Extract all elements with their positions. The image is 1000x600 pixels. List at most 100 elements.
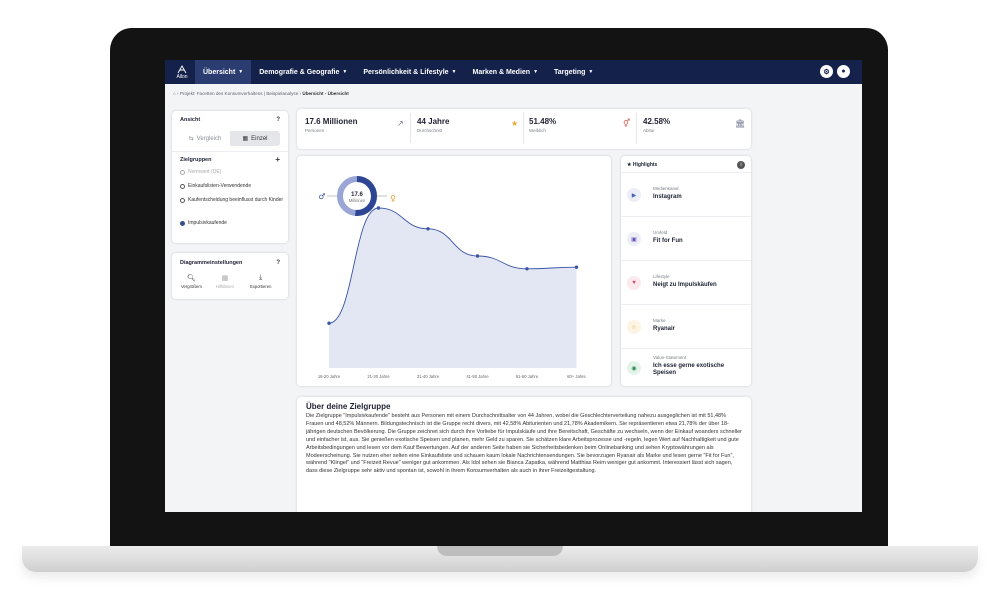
highlight-value: Instagram (653, 194, 682, 200)
radio-kaufentscheidung[interactable]: Kaufentscheidung beeinflusst durch Kinde… (180, 197, 290, 204)
about-text: Die Zielgruppe "Impulsivkaufende" besteh… (306, 413, 742, 475)
stat-personen: 17.6 Millionen Personen (305, 117, 357, 145)
about-title: Über deine Zielgruppe (306, 402, 391, 411)
breadcrumb-project[interactable]: Projekt: Facetten des Konsumverhaltens |… (180, 91, 298, 96)
radio-einkaufslisten[interactable]: Einkaufslisten-Verwendende (180, 183, 290, 190)
export-button[interactable]: ⤓ Exportieren (250, 274, 271, 289)
chevron-down-icon: ▼ (588, 69, 594, 75)
home-icon[interactable]: ⌂ (173, 91, 176, 96)
highlights-title-text: Highlights (632, 162, 658, 168)
radio-normwert[interactable]: Normwert (DE) (180, 169, 290, 176)
help-icon[interactable]: ? (276, 260, 280, 266)
male-icon: ♂ (318, 192, 325, 201)
chevron-down-icon: ▼ (342, 69, 348, 75)
highlight-value: Ich esse gerne exotische Speisen (653, 363, 725, 376)
toggle-label: Einzel (251, 135, 268, 142)
chart-icon: ▦ (242, 136, 249, 142)
highlights-title: ★ Highlights (627, 162, 657, 168)
chart-point (574, 265, 579, 269)
zielgruppen-title: Zielgruppen (180, 157, 212, 163)
stat-weiblich: 51.48% Weiblich (529, 117, 556, 145)
x-tick-label: 51-60 Jahre (516, 374, 539, 379)
about-panel: Über deine Zielgruppe Die Zielgruppe "Im… (297, 397, 751, 512)
age-chart-card: 18-20 Jahre 21-30 Jahre 31-40 Jahre 41-50 J… (297, 156, 611, 386)
breadcrumb: ⌂ › Projekt: Facetten des Konsumverhalte… (173, 91, 349, 96)
logo-icon (177, 64, 187, 73)
help-icon[interactable]: ? (276, 117, 280, 123)
radio-button[interactable] (180, 183, 185, 189)
add-group-button[interactable]: + (275, 155, 280, 164)
highlights-panel: ★ Highlights i ▶ Medienkanal Instagram ▣… (621, 156, 751, 386)
radio-button[interactable] (180, 197, 185, 203)
divider (172, 151, 288, 152)
nav-label: Demografie & Geografie (259, 68, 340, 76)
highlight-value-statement[interactable]: ◉ Value-Statement Ich esse gerne exotisc… (621, 348, 751, 386)
highlight-medienkanal[interactable]: ▶ Medienkanal Instagram (621, 172, 751, 216)
radio-button[interactable] (180, 169, 185, 175)
compare-icon: ⇆ (188, 136, 194, 142)
gender-icon: ⚥ (623, 119, 631, 128)
laptop-notch (437, 546, 563, 556)
trend-icon: ↗ (397, 119, 404, 128)
stat-label: Personen (305, 128, 325, 133)
ansicht-title: Ansicht (180, 117, 201, 123)
chart-area (329, 208, 577, 368)
nav-label: Persönlichkeit & Lifestyle (363, 68, 449, 76)
top-nav: Allon Übersicht ▼ Demografie & Geografie ▼… (165, 60, 862, 84)
download-icon: ⤓ (259, 274, 263, 281)
chart-point (327, 321, 331, 325)
stat-label: Durchschnitt (417, 128, 443, 133)
chevron-down-icon: ▼ (451, 69, 457, 75)
tool-label: Exportieren (250, 284, 272, 289)
radio-label: Einkaufslisten-Verwendende (188, 183, 252, 189)
x-tick-label: 31-40 Jahre (417, 374, 440, 379)
zoom-button[interactable]: 🔍︎ Vergrößern (181, 274, 202, 289)
female-icon: ♀ (390, 194, 396, 203)
radio-impulsivkaufende[interactable]: Impulsivkaufende (180, 220, 290, 227)
logo-text: Allon (176, 73, 188, 80)
x-tick-label: 21-30 Jahre (367, 374, 390, 379)
guides-button[interactable]: ▦ Hilfslinien (216, 274, 234, 289)
stat-value: 42.58% (643, 117, 671, 126)
donut-unit: Millionen (349, 198, 366, 203)
nav-item-marken[interactable]: Marken & Medien ▼ (465, 60, 547, 84)
settings-icon[interactable]: ⚙ (820, 65, 833, 78)
x-tick-label: 60+ Jahre (567, 374, 586, 379)
toggle-vergleich[interactable]: ⇆ Vergleich (180, 131, 230, 146)
divider (410, 113, 411, 143)
stats-bar: 17.6 Millionen Personen ↗ 44 Jahre Durchsc… (297, 109, 751, 149)
grid-icon: ▦ (221, 275, 229, 282)
radio-label: Impulsivkaufende (188, 220, 227, 226)
chat-icon: ◉ (627, 361, 641, 375)
nav-label: Marken & Medien (472, 68, 531, 76)
user-icon[interactable]: ● (837, 65, 850, 78)
info-icon[interactable]: i (737, 161, 745, 169)
radio-label: Normwert (DE) (188, 169, 222, 175)
heart-icon: ♥ (627, 276, 641, 290)
chevron-down-icon: ▼ (238, 69, 244, 75)
nav-label: Targeting (554, 68, 586, 76)
star-icon: ★ (627, 162, 632, 168)
nav-item-uebersicht[interactable]: Übersicht ▼ (195, 60, 252, 84)
highlight-marke[interactable]: ☆ Marke Ryanair (621, 304, 751, 348)
nav-item-demografie[interactable]: Demografie & Geografie ▼ (251, 60, 355, 84)
stat-value: 17.6 Millionen (305, 117, 358, 126)
tool-label: Vergrößern (181, 284, 202, 289)
highlight-umfeld[interactable]: ▣ Umfeld Fit for Fun (621, 216, 751, 260)
app-logo[interactable]: Allon (169, 60, 195, 84)
star-icon: ☆ (627, 320, 641, 334)
highlight-value: Ryanair (653, 326, 676, 332)
nav-item-targeting[interactable]: Targeting ▼ (546, 60, 601, 84)
chevron-down-icon: ▼ (533, 69, 539, 75)
play-icon: ▶ (627, 188, 641, 202)
highlight-value: Fit for Fun (653, 238, 683, 244)
nav-item-persoenlichkeit[interactable]: Persönlichkeit & Lifestyle ▼ (355, 60, 464, 84)
highlight-lifestyle[interactable]: ♥ Lifestyle Neigt zu Impulskäufen (621, 260, 751, 304)
divider (636, 113, 637, 143)
toggle-einzel[interactable]: ▦ Einzel (230, 131, 280, 146)
stat-abitur: 42.58% Abitur (643, 117, 670, 145)
image-icon: ▣ (627, 232, 641, 246)
radio-button[interactable] (180, 220, 185, 226)
x-tick-label: 41-50 Jahre (466, 374, 489, 379)
view-panel: Ansicht ? ⇆ Vergleich ▦ Einzel Zielgruppen… (172, 111, 288, 243)
